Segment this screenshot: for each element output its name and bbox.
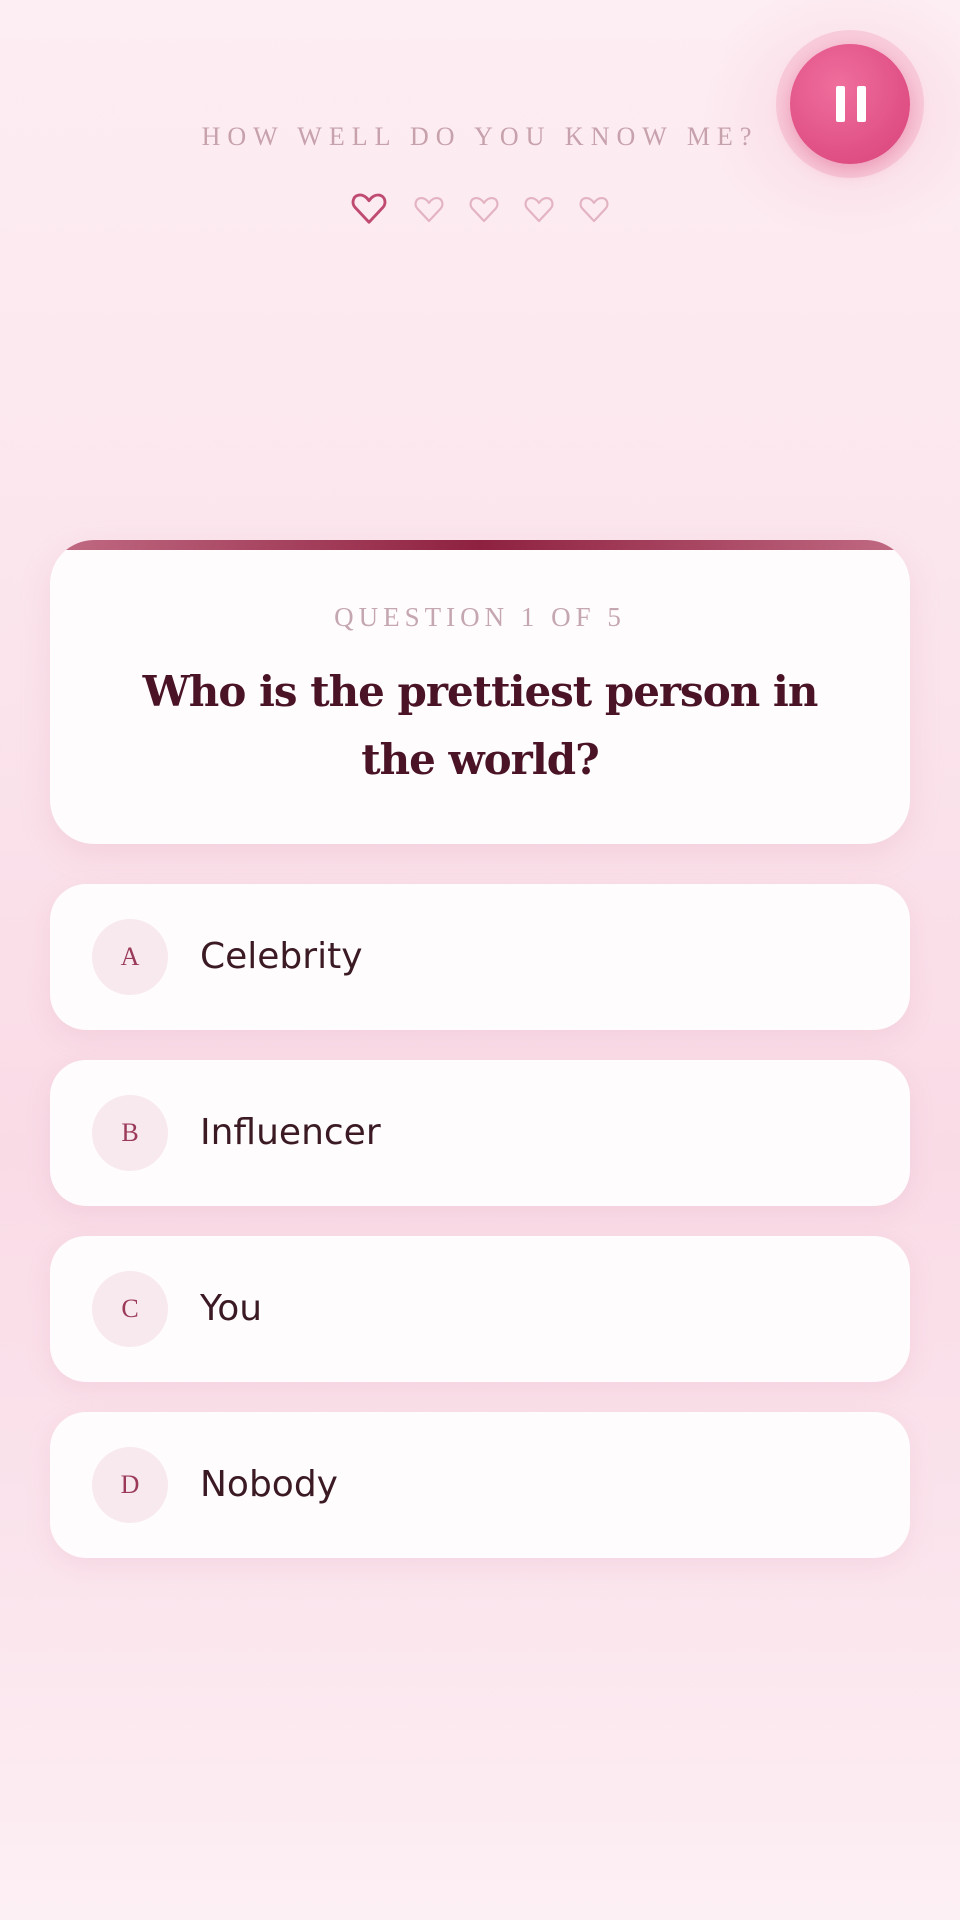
answer-option-c[interactable]: C You — [50, 1236, 910, 1382]
option-label: Celebrity — [200, 936, 363, 977]
option-label: Influencer — [200, 1112, 381, 1153]
progress-hearts — [0, 188, 960, 234]
heart-icon — [350, 188, 388, 228]
heart-icon — [578, 192, 610, 226]
heart-icon — [468, 192, 500, 226]
question-text: Who is the prettiest person in the world… — [142, 667, 819, 784]
answer-option-a[interactable]: A Celebrity — [50, 884, 910, 1030]
question-card-accent-bar — [50, 540, 910, 550]
question-card: QUESTION 1 OF 5 Who is the prettiest per… — [50, 540, 910, 844]
heart-icon — [413, 192, 445, 226]
answer-option-d[interactable]: D Nobody — [50, 1412, 910, 1558]
option-label: Nobody — [200, 1464, 338, 1505]
pause-button[interactable] — [790, 44, 910, 164]
option-letter-badge: D — [92, 1447, 168, 1523]
question-counter: QUESTION 1 OF 5 — [334, 602, 626, 632]
heart-icon — [523, 192, 555, 226]
option-letter-badge: B — [92, 1095, 168, 1171]
option-letter-badge: C — [92, 1271, 168, 1347]
answer-option-b[interactable]: B Influencer — [50, 1060, 910, 1206]
option-label: You — [200, 1288, 263, 1329]
pause-icon — [836, 86, 866, 122]
option-letter-badge: A — [92, 919, 168, 995]
